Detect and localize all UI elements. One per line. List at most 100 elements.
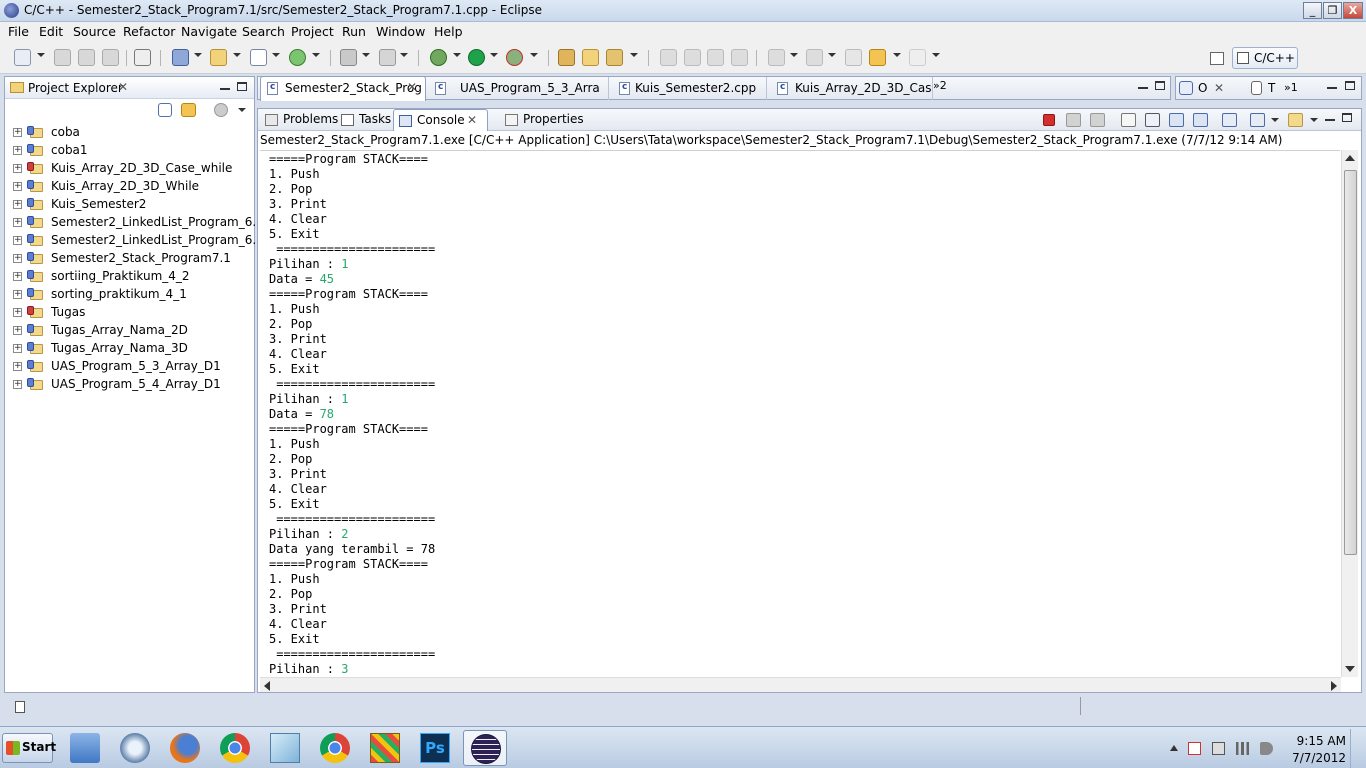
menu-file[interactable]: File (8, 24, 29, 39)
new-folder-dropdown-icon[interactable] (233, 53, 241, 57)
view-menu-icon[interactable] (238, 108, 246, 112)
expand-icon[interactable]: + (13, 164, 22, 173)
expand-icon[interactable]: + (13, 254, 22, 263)
scroll-up-icon[interactable] (1345, 155, 1355, 161)
new-file-dropdown-icon[interactable] (272, 53, 280, 57)
menu-help[interactable]: Help (434, 24, 463, 39)
forward-icon[interactable] (909, 49, 926, 66)
minimize-editor-icon[interactable] (1138, 80, 1148, 89)
new-cpp-project-icon[interactable] (172, 49, 189, 66)
scroll-left-icon[interactable] (264, 681, 270, 691)
back-dropdown-icon[interactable] (893, 53, 901, 57)
expand-icon[interactable]: + (13, 182, 22, 191)
new-dropdown-icon[interactable] (37, 53, 45, 57)
expand-icon[interactable]: + (13, 362, 22, 371)
next-annotation-icon[interactable] (768, 49, 785, 66)
maximize-outline-icon[interactable] (1345, 81, 1355, 90)
minimize-outline-icon[interactable] (1327, 80, 1337, 89)
open-console-icon[interactable] (1288, 113, 1303, 127)
taskbar-firefox[interactable] (163, 730, 207, 766)
taskbar-itunes[interactable] (113, 730, 157, 766)
fast-view-icon[interactable] (15, 701, 25, 713)
show-on-stdout-icon[interactable] (1169, 113, 1184, 127)
restore-button[interactable]: ❐ (1323, 2, 1342, 19)
clear-console-icon[interactable] (1121, 113, 1136, 127)
debug-icon[interactable] (430, 49, 447, 66)
editor-tab-stack-program[interactable]: Semester2_Stack_Prog ✕ (260, 76, 426, 101)
new-class-icon[interactable] (289, 49, 306, 66)
scroll-thumb[interactable] (1344, 170, 1357, 555)
taskbar-explorer[interactable] (63, 730, 107, 766)
scroll-down-icon[interactable] (1345, 666, 1355, 672)
taskbar-photoshop[interactable]: Ps (413, 730, 457, 766)
next-annotation-dropdown-icon[interactable] (790, 53, 798, 57)
external-tools-dropdown-icon[interactable] (530, 53, 538, 57)
external-tools-icon[interactable] (506, 49, 523, 66)
scroll-lock-icon[interactable] (1145, 113, 1160, 127)
save-icon[interactable] (54, 49, 71, 66)
show-on-stderr-icon[interactable] (1193, 113, 1208, 127)
expand-icon[interactable]: + (13, 200, 22, 209)
minimize-view-icon[interactable] (220, 81, 230, 90)
taskbar-chrome-2[interactable] (313, 730, 357, 766)
expand-icon[interactable]: + (13, 344, 22, 353)
expand-icon[interactable]: + (13, 380, 22, 389)
close-view-icon[interactable]: ✕ (118, 80, 128, 94)
save-all-icon[interactable] (78, 49, 95, 66)
menu-window[interactable]: Window (376, 24, 425, 39)
show-hidden-icons-icon[interactable] (1170, 745, 1178, 751)
taskbar-eclipse[interactable] (463, 730, 507, 766)
taskbar-chrome[interactable] (213, 730, 257, 766)
toggle-mark-icon[interactable] (660, 49, 677, 66)
open-element-icon[interactable] (582, 49, 599, 66)
network-icon[interactable] (1236, 742, 1249, 755)
back-icon[interactable] (869, 49, 886, 66)
editor-tab-kuis-array[interactable]: Kuis_Array_2D_3D_Cas (767, 77, 933, 100)
expand-icon[interactable]: + (13, 146, 22, 155)
more-tabs-button[interactable]: »2 (933, 79, 947, 92)
clock[interactable]: 9:15 AM 7/7/2012 (1286, 733, 1346, 767)
terminate-icon[interactable] (1043, 114, 1055, 126)
taskbar-game[interactable] (363, 730, 407, 766)
run-icon[interactable] (468, 49, 485, 66)
horizontal-scrollbar[interactable] (260, 677, 1341, 692)
open-console-dropdown-icon[interactable] (1310, 118, 1318, 122)
expand-icon[interactable]: + (13, 218, 22, 227)
build-hammer-icon[interactable] (340, 49, 357, 66)
maximize-view-icon[interactable] (237, 82, 247, 91)
menu-refactor[interactable]: Refactor (123, 24, 175, 39)
new-icon[interactable] (14, 49, 31, 66)
open-type-icon[interactable] (558, 49, 575, 66)
close-outline-icon[interactable]: ✕ (1214, 81, 1224, 95)
build-config-dropdown-icon[interactable] (400, 53, 408, 57)
tab-console[interactable]: Console ✕ (393, 109, 488, 131)
close-console-icon[interactable]: ✕ (467, 113, 477, 127)
pin-console-icon[interactable] (1222, 113, 1237, 127)
build-config-icon[interactable] (379, 49, 396, 66)
battery-icon[interactable] (1212, 742, 1225, 755)
forward-dropdown-icon[interactable] (932, 53, 940, 57)
maximize-console-icon[interactable] (1342, 113, 1352, 122)
remove-launch-icon[interactable] (1066, 113, 1081, 127)
close-tab-icon[interactable]: ✕ (407, 80, 417, 94)
expand-icon[interactable]: + (13, 290, 22, 299)
open-perspective-icon[interactable] (1210, 52, 1224, 65)
expand-icon[interactable]: + (13, 236, 22, 245)
perspective-cpp-button[interactable]: C/C++ (1232, 47, 1298, 69)
minimize-button[interactable]: _ (1303, 2, 1322, 19)
editor-tab-uas-program[interactable]: UAS_Program_5_3_Arra (429, 77, 609, 100)
taskbar-notepad[interactable] (263, 730, 307, 766)
action-center-icon[interactable] (1188, 742, 1201, 755)
previous-annotation-icon[interactable] (806, 49, 823, 66)
expand-icon[interactable]: + (13, 128, 22, 137)
run-dropdown-icon[interactable] (490, 53, 498, 57)
collapse-all-icon[interactable] (158, 103, 172, 117)
print-icon[interactable] (102, 49, 119, 66)
show-whitespace-icon[interactable] (731, 49, 748, 66)
new-project-dropdown-icon[interactable] (194, 53, 202, 57)
toggle-block-icon[interactable] (707, 49, 724, 66)
new-class-dropdown-icon[interactable] (312, 53, 320, 57)
menu-source[interactable]: Source (73, 24, 116, 39)
scroll-right-icon[interactable] (1331, 681, 1337, 691)
search-dropdown-icon[interactable] (630, 53, 638, 57)
